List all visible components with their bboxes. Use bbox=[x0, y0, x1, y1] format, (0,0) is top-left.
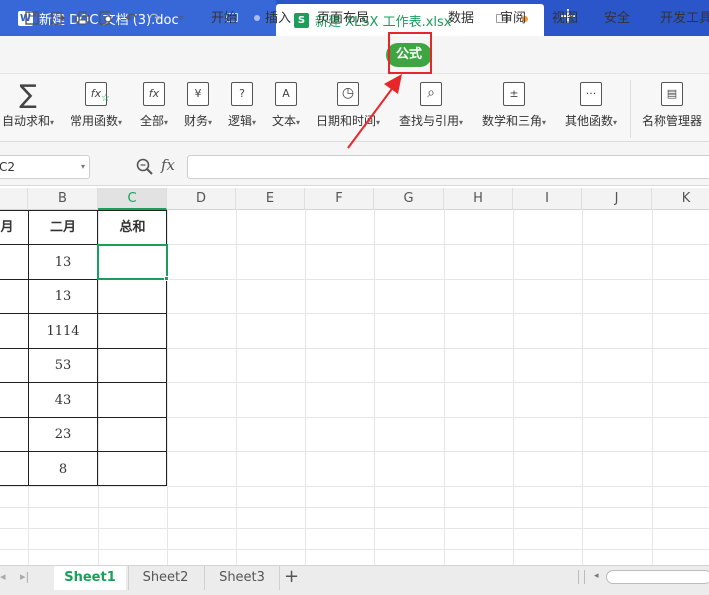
ribbon-label: 常用函数 bbox=[69, 114, 118, 128]
grid-line bbox=[513, 210, 514, 570]
menu-bar bbox=[0, 36, 709, 74]
save-icon[interactable] bbox=[24, 11, 40, 27]
grid-line bbox=[0, 486, 709, 487]
text-icon: A bbox=[275, 82, 297, 106]
grid-line bbox=[0, 528, 709, 529]
sheet-tab-3[interactable]: Sheet3 bbox=[204, 566, 280, 590]
ribbon-label: 自动求和 bbox=[1, 114, 50, 128]
grid-line bbox=[0, 507, 709, 508]
cell-b7[interactable]: 23 bbox=[28, 418, 98, 452]
ribbon-label: 全部 bbox=[139, 114, 164, 128]
menu-review[interactable]: 审阅 bbox=[500, 9, 526, 29]
selected-cell-c2[interactable] bbox=[97, 244, 168, 280]
wps-spreadsheet-icon: S bbox=[294, 12, 309, 28]
autosum-button[interactable]: ∑ 自动求和▾ bbox=[0, 82, 56, 136]
text-functions-button[interactable]: A 文本▾ bbox=[266, 82, 306, 136]
annotation-arrow-icon bbox=[347, 74, 402, 149]
ribbon-label: 名称管理器 bbox=[641, 114, 702, 128]
cell-a1[interactable]: 月 bbox=[0, 211, 28, 245]
menu-insert[interactable]: 插入 bbox=[265, 9, 291, 29]
lookup-icon: ⌕ bbox=[420, 82, 442, 106]
ribbon-label: 逻辑 bbox=[227, 114, 252, 128]
ribbon-divider bbox=[630, 80, 631, 138]
column-header-a[interactable] bbox=[0, 188, 28, 210]
scroll-splitter[interactable] bbox=[578, 570, 579, 584]
all-functions-button[interactable]: fx 全部▾ bbox=[134, 82, 174, 136]
undo-icon[interactable]: ↶ bbox=[123, 11, 139, 27]
menu-security[interactable]: 安全 bbox=[604, 9, 630, 29]
ribbon-label: 数学和三角 bbox=[481, 114, 542, 128]
column-header-b[interactable]: B bbox=[28, 188, 98, 210]
finance-icon: ¥ bbox=[187, 82, 209, 106]
unsaved-dot-icon bbox=[254, 15, 260, 21]
grid-line bbox=[236, 210, 237, 570]
grid-line bbox=[444, 210, 445, 570]
chevron-down-icon: ▾ bbox=[80, 162, 85, 171]
name-manager-icon: ▤ bbox=[661, 82, 683, 106]
formula-input[interactable] bbox=[187, 155, 709, 179]
logic-button[interactable]: ? 逻辑▾ bbox=[222, 82, 262, 136]
column-header-k[interactable]: K bbox=[652, 188, 709, 210]
redo-icon[interactable]: ↷ bbox=[147, 11, 163, 27]
column-header-i[interactable]: I bbox=[513, 188, 582, 210]
cell-b4[interactable]: 1114 bbox=[28, 315, 98, 349]
highlight-box bbox=[388, 32, 432, 74]
grid-line bbox=[0, 549, 709, 550]
math-icon: ± bbox=[503, 82, 525, 106]
ribbon-label: 文本 bbox=[271, 114, 296, 128]
cell-b1[interactable]: 二月 bbox=[28, 211, 98, 245]
column-header-j[interactable]: J bbox=[582, 188, 652, 210]
cell-b8[interactable]: 8 bbox=[28, 453, 98, 487]
insert-function-button[interactable]: fx bbox=[161, 156, 175, 174]
all-functions-icon: fx bbox=[143, 82, 165, 106]
logic-icon: ? bbox=[231, 82, 253, 106]
finance-button[interactable]: ¥ 财务▾ bbox=[178, 82, 218, 136]
menu-data[interactable]: 数据 bbox=[448, 9, 474, 29]
common-functions-button[interactable]: fx ☆ 常用函数▾ bbox=[64, 82, 128, 136]
grid-line bbox=[652, 210, 653, 570]
horizontal-scrollbar[interactable] bbox=[606, 570, 709, 584]
ribbon-label: 财务 bbox=[183, 114, 208, 128]
export-icon[interactable] bbox=[50, 11, 66, 27]
more-functions-button[interactable]: ··· 其他函数▾ bbox=[558, 82, 624, 136]
scroll-splitter[interactable] bbox=[584, 570, 585, 584]
sum-icon: ∑ bbox=[19, 80, 37, 110]
cell-b3[interactable]: 13 bbox=[28, 280, 98, 314]
add-sheet-button[interactable]: + bbox=[284, 566, 299, 587]
name-box[interactable]: C2 ▾ bbox=[0, 155, 90, 179]
math-trig-button[interactable]: ± 数学和三角▾ bbox=[476, 82, 552, 136]
grid-line bbox=[374, 210, 375, 570]
fill-handle[interactable] bbox=[164, 276, 169, 281]
grid-line bbox=[305, 210, 306, 570]
column-header-f[interactable]: F bbox=[305, 188, 374, 210]
cell-c1[interactable]: 总和 bbox=[98, 211, 167, 245]
column-header-c[interactable]: C bbox=[98, 188, 167, 210]
cell-b5[interactable]: 53 bbox=[28, 349, 98, 383]
more-functions-icon: ··· bbox=[580, 82, 602, 106]
menu-developer[interactable]: 开发工具 bbox=[660, 9, 709, 29]
column-header-d[interactable]: D bbox=[167, 188, 236, 210]
print-icon[interactable] bbox=[74, 11, 90, 27]
menu-home[interactable]: 开始 bbox=[211, 9, 237, 29]
column-header-h[interactable]: H bbox=[444, 188, 513, 210]
sheet-tab-2[interactable]: Sheet2 bbox=[128, 566, 202, 590]
cell-b6[interactable]: 43 bbox=[28, 384, 98, 418]
cell-b2[interactable]: 13 bbox=[28, 246, 98, 280]
menu-page-layout[interactable]: 页面布局 bbox=[317, 9, 369, 29]
print-preview-icon[interactable] bbox=[98, 11, 114, 27]
grid-line bbox=[582, 210, 583, 570]
menu-view[interactable]: 视图 bbox=[552, 9, 578, 29]
name-manager-button[interactable]: ▤ 名称管理器 bbox=[636, 82, 708, 136]
sheet-tab-1[interactable]: Sheet1 bbox=[54, 566, 126, 590]
zoom-icon[interactable] bbox=[136, 158, 154, 176]
column-header-e[interactable]: E bbox=[236, 188, 305, 210]
scroll-left-icon[interactable]: ◂ bbox=[594, 571, 599, 581]
quick-access-dropdown-icon[interactable]: ▿ bbox=[173, 11, 189, 27]
prev-sheet-icon[interactable]: ◂ bbox=[0, 570, 6, 583]
column-header-g[interactable]: G bbox=[374, 188, 444, 210]
star-function-icon: fx ☆ bbox=[85, 82, 110, 106]
last-sheet-icon[interactable]: ▸| bbox=[20, 570, 29, 583]
ribbon-label: 其他函数 bbox=[564, 114, 613, 128]
